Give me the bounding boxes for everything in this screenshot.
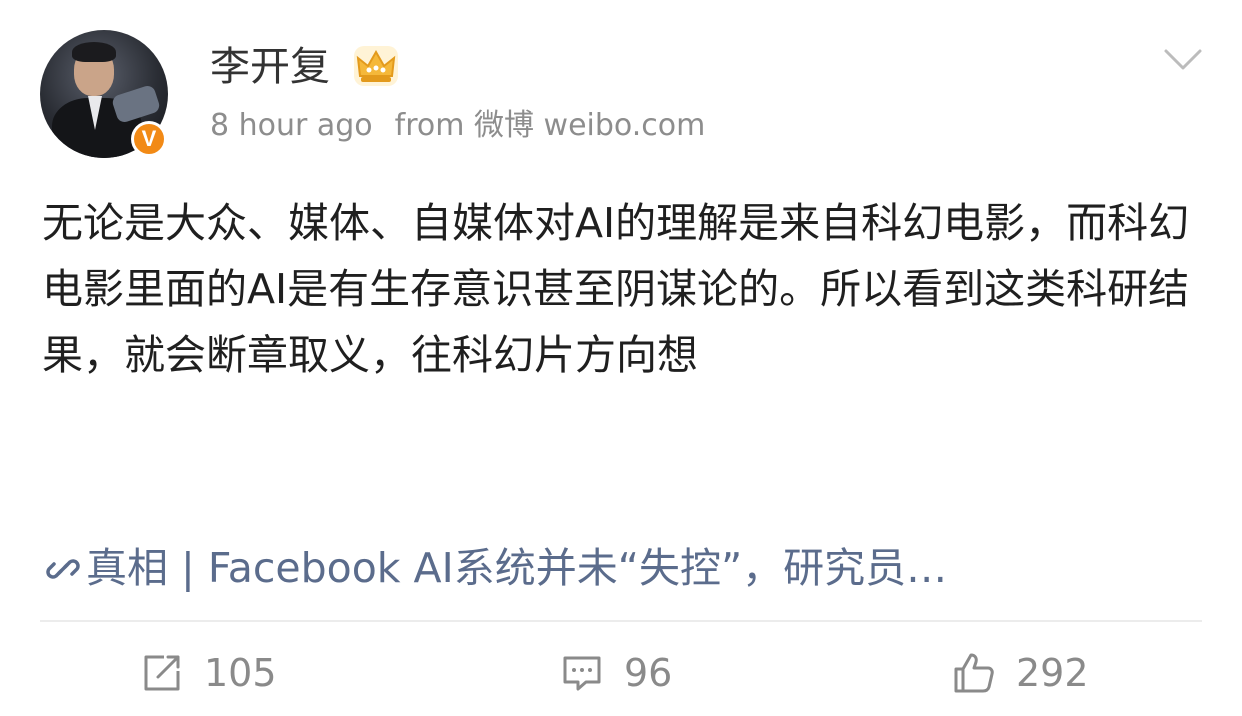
divider [40, 620, 1202, 622]
repost-icon [144, 655, 180, 691]
comment-count: 96 [624, 651, 673, 695]
repost-count: 105 [204, 651, 277, 695]
article-link[interactable]: 真相 | Facebook AI系统并未“失控”，研究员… [46, 538, 947, 598]
author-name[interactable]: 李开复 [210, 42, 330, 92]
link-icon [46, 559, 80, 579]
post-text: 无论是大众、媒体、自媒体对AI的理解是来自科幻电影，而科幻电影里面的AI是有生存… [42, 199, 1190, 379]
article-link-text: 真相 | Facebook AI系统并未“失控”，研究员… [86, 544, 948, 592]
crown-icon[interactable] [352, 44, 400, 88]
comment-button[interactable]: 96 [560, 648, 672, 698]
post-meta: 8 hour ago from 微博 weibo.com [210, 106, 705, 146]
like-count: 292 [1016, 651, 1089, 695]
post-time: 8 hour ago [210, 108, 373, 143]
like-button[interactable]: 292 [952, 648, 1089, 698]
repost-button[interactable]: 105 [140, 648, 277, 698]
weibo-post-card: V 李开复 8 hour ago from 微博 weibo.com 无论是大众、… [0, 0, 1242, 716]
chevron-down-icon[interactable] [1163, 48, 1203, 72]
verified-badge: V [131, 121, 167, 157]
post-source[interactable]: from 微博 weibo.com [395, 108, 706, 143]
comment-icon [563, 656, 601, 691]
thumbs-up-icon [954, 653, 994, 693]
